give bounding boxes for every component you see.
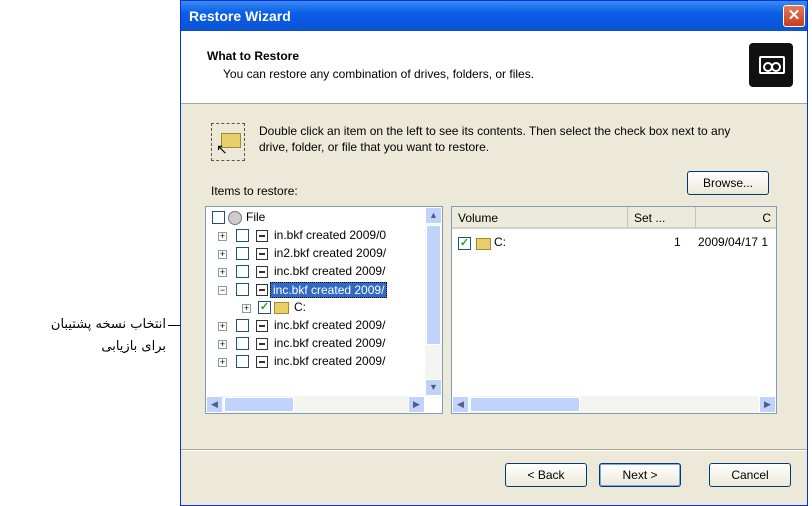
- list-horizontal-scrollbar[interactable]: ◀ ▶: [452, 396, 776, 413]
- backup-file-icon: [256, 230, 268, 242]
- scroll-up-icon[interactable]: ▲: [425, 207, 442, 224]
- header-subtitle: You can restore any combination of drive…: [223, 67, 535, 81]
- tree-root-label: File: [246, 210, 266, 224]
- backup-file-icon: [256, 248, 268, 260]
- cancel-button[interactable]: Cancel: [709, 463, 791, 487]
- close-button[interactable]: ✕: [783, 5, 805, 27]
- column-header-created[interactable]: C: [696, 207, 776, 229]
- restore-tree[interactable]: File + in.bkf created 2009/0 + in2.bkf c…: [205, 206, 443, 414]
- backup-file-icon: [256, 338, 268, 350]
- tree-item-label: in.bkf created 2009/0: [274, 228, 387, 242]
- folder-icon: [274, 302, 289, 314]
- expand-icon[interactable]: +: [218, 268, 227, 277]
- tree-item-label: inc.bkf created 2009/: [270, 282, 388, 298]
- backup-file-icon: [256, 284, 268, 296]
- scroll-down-icon[interactable]: ▼: [425, 379, 442, 396]
- row-checkbox[interactable]: ✓: [458, 237, 471, 250]
- footer-divider: [181, 449, 807, 451]
- tree-item-checkbox[interactable]: [236, 355, 249, 368]
- back-button[interactable]: < Back: [505, 463, 587, 487]
- expand-icon[interactable]: +: [218, 358, 227, 367]
- hint-text: Double click an item on the left to see …: [259, 124, 731, 154]
- root-checkbox[interactable]: [212, 211, 225, 224]
- annotation: انتخاب نسخه پشتیبان برای بازیابی: [18, 314, 166, 358]
- expand-icon[interactable]: +: [218, 232, 227, 241]
- tree-vertical-scrollbar[interactable]: ▲ ▼: [425, 207, 442, 396]
- folder-icon: [476, 238, 491, 250]
- scroll-thumb[interactable]: [224, 397, 294, 412]
- scroll-right-icon[interactable]: ▶: [759, 396, 776, 413]
- restore-wizard-window: Restore Wizard ✕ What to Restore You can…: [180, 0, 808, 506]
- backup-icon: [749, 43, 793, 87]
- drive-checkbox[interactable]: ✓: [258, 301, 271, 314]
- backup-file-icon: [256, 356, 268, 368]
- cell-set: 1: [674, 235, 681, 249]
- window-title: Restore Wizard: [189, 8, 291, 24]
- tree-item-label: inc.bkf created 2009/: [274, 354, 386, 368]
- cell-created: 2009/04/17 1: [698, 235, 769, 249]
- browse-button[interactable]: Browse...: [687, 171, 769, 195]
- restore-contents-list[interactable]: Volume Set ... C ✓ C: 1 2009/04/17 1 ◀ ▶: [451, 206, 777, 414]
- header-title: What to Restore: [207, 49, 300, 63]
- backup-file-icon: [256, 320, 268, 332]
- tree-item-label: inc.bkf created 2009/: [274, 264, 386, 278]
- tree-item-checkbox[interactable]: [236, 247, 249, 260]
- items-to-restore-label: Items to restore:: [211, 184, 298, 198]
- tree-item-label: C:: [294, 300, 306, 314]
- scroll-right-icon[interactable]: ▶: [408, 396, 425, 413]
- scroll-thumb[interactable]: [426, 225, 441, 345]
- cell-volume: C:: [494, 235, 506, 249]
- tree-item-label: inc.bkf created 2009/: [274, 336, 386, 350]
- column-header-set[interactable]: Set ...: [628, 207, 696, 229]
- expand-icon[interactable]: +: [218, 322, 227, 331]
- drive-icon: [228, 211, 242, 225]
- tree-item-checkbox[interactable]: [236, 229, 249, 242]
- annotation-line-1: انتخاب نسخه پشتیبان: [50, 317, 166, 332]
- expand-icon[interactable]: +: [242, 304, 251, 313]
- annotation-line-2: برای بازیابی: [101, 339, 166, 354]
- scroll-left-icon[interactable]: ◀: [452, 396, 469, 413]
- expand-icon[interactable]: +: [218, 340, 227, 349]
- title-bar[interactable]: Restore Wizard: [181, 1, 807, 31]
- tree-item-checkbox[interactable]: [236, 265, 249, 278]
- column-header-volume[interactable]: Volume: [452, 207, 628, 229]
- tree-item-checkbox[interactable]: [236, 319, 249, 332]
- scroll-thumb[interactable]: [470, 397, 580, 412]
- backup-file-icon: [256, 266, 268, 278]
- tree-item-label: in2.bkf created 2009/: [274, 246, 387, 260]
- tree-horizontal-scrollbar[interactable]: ◀ ▶: [206, 396, 425, 413]
- collapse-icon[interactable]: −: [218, 286, 227, 295]
- wizard-header: What to Restore You can restore any comb…: [181, 31, 807, 104]
- next-button[interactable]: Next >: [599, 463, 681, 487]
- tree-item-checkbox[interactable]: [236, 337, 249, 350]
- tree-item-label: inc.bkf created 2009/: [274, 318, 386, 332]
- scroll-left-icon[interactable]: ◀: [206, 396, 223, 413]
- double-click-hint-icon: ↖: [211, 123, 245, 161]
- expand-icon[interactable]: +: [218, 250, 227, 259]
- tree-item-checkbox[interactable]: [236, 283, 249, 296]
